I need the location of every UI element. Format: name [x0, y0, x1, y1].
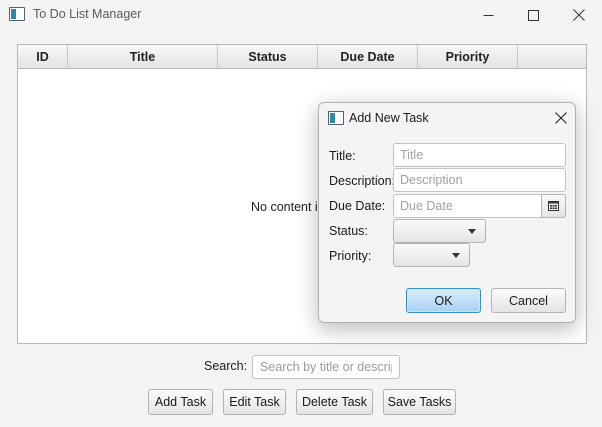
- add-task-button[interactable]: Add Task: [148, 389, 213, 415]
- close-icon: [573, 9, 585, 21]
- minimize-button[interactable]: [465, 0, 511, 30]
- status-label: Status:: [329, 224, 368, 238]
- window-title: To Do List Manager: [33, 7, 142, 21]
- search-input[interactable]: [252, 355, 400, 379]
- priority-label: Priority:: [329, 249, 372, 263]
- column-header-priority[interactable]: Priority: [418, 45, 518, 69]
- close-icon: [555, 112, 567, 124]
- table-header: ID Title Status Due Date Priority: [18, 45, 586, 69]
- window-titlebar: To Do List Manager: [0, 0, 602, 30]
- maximize-icon: [527, 9, 539, 21]
- delete-task-button[interactable]: Delete Task: [296, 389, 373, 415]
- status-select[interactable]: [393, 219, 486, 243]
- maximize-button[interactable]: [510, 0, 556, 30]
- cancel-button[interactable]: Cancel: [491, 288, 566, 313]
- ok-button[interactable]: OK: [406, 288, 481, 313]
- dialog-title: Add New Task: [349, 111, 429, 125]
- chevron-down-icon: [468, 229, 476, 234]
- priority-select[interactable]: [393, 243, 470, 267]
- title-field[interactable]: [393, 143, 566, 167]
- date-picker-button[interactable]: [541, 194, 566, 218]
- chevron-down-icon: [452, 253, 460, 258]
- column-header-due-date[interactable]: Due Date: [318, 45, 418, 69]
- calendar-icon: [548, 201, 559, 211]
- description-field[interactable]: [393, 168, 566, 192]
- dialog-close-button[interactable]: [547, 105, 575, 131]
- save-tasks-button[interactable]: Save Tasks: [383, 389, 456, 415]
- column-header-status[interactable]: Status: [218, 45, 318, 69]
- due-date-field[interactable]: [393, 194, 542, 218]
- app-window-icon: [9, 7, 25, 21]
- due-date-label: Due Date:: [329, 199, 386, 213]
- close-window-button[interactable]: [556, 0, 602, 30]
- add-task-dialog: Add New Task Title: Description: Due Dat…: [318, 102, 576, 323]
- column-header-id[interactable]: ID: [18, 45, 68, 69]
- edit-task-button[interactable]: Edit Task: [223, 389, 286, 415]
- search-label: Search:: [204, 359, 248, 373]
- dialog-app-icon: [328, 111, 344, 125]
- title-label: Title:: [329, 149, 356, 163]
- description-label: Description:: [329, 174, 395, 188]
- column-header-title[interactable]: Title: [68, 45, 218, 69]
- minimize-icon: [483, 14, 493, 16]
